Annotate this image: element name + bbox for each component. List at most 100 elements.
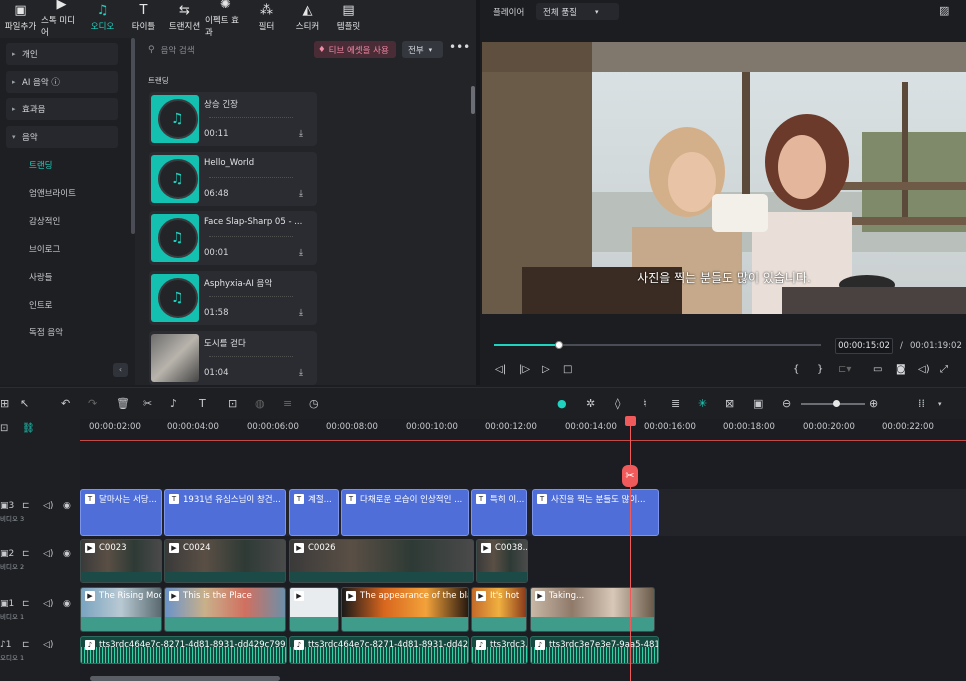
eye-icon[interactable]: ◉ xyxy=(63,549,71,559)
download-icon[interactable]: ⤓ xyxy=(299,129,303,139)
filter-dropdown[interactable]: 전부 ▾ xyxy=(402,41,443,58)
layout-icon[interactable]: ⊞ xyxy=(0,397,9,410)
audio-edit-icon[interactable]: ♪ xyxy=(170,397,177,410)
title-clip[interactable]: T 1931년 유심스님이 창건... xyxy=(164,489,286,536)
sidebar-group-music[interactable]: ▾ 음악 xyxy=(6,126,118,148)
mark-in-icon[interactable]: { xyxy=(793,364,799,375)
title-clip[interactable]: T 계절... xyxy=(289,489,339,536)
title-clip[interactable]: T 사진을 찍는 분들도 많이... xyxy=(532,489,659,536)
video-clip[interactable]: ▶ The Rising Moon xyxy=(80,587,162,632)
sidebar-item[interactable]: 브이로그 xyxy=(29,243,60,255)
track-card[interactable]: ♫ Hello_World 06:48 ⤓ xyxy=(149,152,317,206)
delete-icon[interactable]: 🗑 xyxy=(116,397,130,410)
snap-icon[interactable]: ✳ xyxy=(698,397,707,410)
video-clip[interactable]: ▶ It's hot xyxy=(471,587,527,632)
audio-clip[interactable]: ♪ tts3rdc464e7c-8271-4d81-8931-dd429c799b… xyxy=(80,636,287,664)
zoom-in-icon[interactable]: ⊕ xyxy=(869,397,878,410)
marker-icon[interactable]: ◊ xyxy=(615,397,620,410)
video-clip[interactable]: ▶ C0026 xyxy=(289,539,474,583)
cut-icon[interactable]: ✂ xyxy=(143,397,152,410)
search-input[interactable]: ⚲ 음악 검색 xyxy=(148,42,308,58)
mute-icon[interactable]: ◁) xyxy=(43,501,53,511)
stop-icon[interactable]: □ xyxy=(563,364,572,375)
sidebar-item[interactable]: 인트로 xyxy=(29,299,52,311)
select-tool-icon[interactable]: ↖ xyxy=(20,397,29,410)
title-clip[interactable]: T 특히 이... xyxy=(471,489,527,536)
video-clip[interactable]: ▶ xyxy=(289,587,339,632)
adjust-icon[interactable]: ≡ xyxy=(283,397,292,410)
video-clip[interactable]: ▶ The appearance of the blank xyxy=(341,587,469,632)
quality-dropdown[interactable]: 전체 품질 ▾ xyxy=(536,3,619,20)
video-clip[interactable]: ▶ C0023 xyxy=(80,539,162,583)
undo-icon[interactable]: ↶ xyxy=(61,397,70,410)
download-icon[interactable]: ⤓ xyxy=(299,248,303,258)
microphone-icon[interactable]: ♮ xyxy=(643,397,647,410)
eye-icon[interactable]: ◉ xyxy=(63,599,71,609)
ai-icon[interactable]: ● xyxy=(557,397,567,410)
play-icon[interactable]: ▷ xyxy=(542,364,550,375)
text-tool-icon[interactable]: T xyxy=(199,397,206,410)
camera-icon[interactable]: ◙ xyxy=(896,364,906,375)
audio-clip[interactable]: ♪ tts3rdc3e7e3e7-9aa5-481... xyxy=(530,636,659,664)
crop-icon[interactable]: ⊡ xyxy=(228,397,237,410)
volume-icon[interactable]: ◁) xyxy=(918,364,930,375)
sidebar-group-sound-effects[interactable]: ▸ 효과음 xyxy=(6,98,118,120)
title-clip[interactable]: T 달마사는 서당... xyxy=(80,489,162,536)
sidebar-item[interactable]: 엄앤브라이트 xyxy=(29,187,76,199)
folder-icon[interactable]: ⊏ xyxy=(22,501,30,511)
audio-clip[interactable]: ♪ tts3rdc464e7c-8271-4d81-8931-dd429... xyxy=(289,636,469,664)
folder-icon[interactable]: ⊏ xyxy=(22,549,30,559)
mute-icon[interactable]: ◁) xyxy=(43,599,53,609)
tab-stock-media[interactable]: ▶ 스톡 미디어 xyxy=(41,0,82,38)
grid-view-icon[interactable]: ⁞⁞ xyxy=(918,397,925,410)
progress-handle[interactable] xyxy=(555,341,564,349)
tab-stickers[interactable]: ◭ 스티커 xyxy=(287,0,328,36)
collapse-sidebar-button[interactable]: ‹ xyxy=(113,363,128,377)
track-card[interactable]: 도시를 걷다 01:04 ⤓ xyxy=(149,331,317,385)
video-clip[interactable]: ▶ This is the Place xyxy=(164,587,286,632)
video-clip[interactable]: ▶ Taking... xyxy=(530,587,655,632)
chevron-down-icon[interactable]: ▾ xyxy=(938,400,942,408)
tab-audio[interactable]: ♫ 오디오 xyxy=(82,0,123,36)
track-card[interactable]: ♫ Face Slap-Sharp 05 - ... 00:01 ⤓ xyxy=(149,211,317,265)
sidebar-group-personal[interactable]: ▸ 개인 xyxy=(6,43,118,65)
tab-titles[interactable]: T 타이틀 xyxy=(123,0,164,36)
track-list-scrollbar[interactable] xyxy=(471,86,475,114)
timeline-scrollbar[interactable] xyxy=(90,676,280,681)
sidebar-item-trending[interactable]: 트랜딩 xyxy=(29,159,52,171)
speed-icon[interactable]: ◷ xyxy=(309,397,319,410)
tab-templates[interactable]: ▤ 템플릿 xyxy=(328,0,369,36)
play-backward-icon[interactable]: |▷ xyxy=(519,364,530,375)
redo-icon[interactable]: ↷ xyxy=(88,397,97,410)
caption-icon[interactable]: ▣ xyxy=(753,397,763,410)
zoom-slider[interactable] xyxy=(801,400,865,407)
more-options-icon[interactable]: ••• xyxy=(449,40,470,54)
tab-effects[interactable]: ✺ 이펙트 효과 xyxy=(205,0,246,38)
tab-transitions[interactable]: ⇆ 트랜지션 xyxy=(164,0,205,36)
current-time[interactable]: 00:00:15:02 xyxy=(835,338,893,354)
audio-clip[interactable]: ♪ tts3rdc3... xyxy=(471,636,528,664)
premium-assets-button[interactable]: ♦ 티브 에셋을 사용 xyxy=(314,41,396,58)
sidebar-item[interactable]: 독점 음악 xyxy=(29,326,63,338)
previous-frame-icon[interactable]: ◁| xyxy=(495,364,506,375)
zoom-out-icon[interactable]: ⊖ xyxy=(782,397,791,410)
track-card[interactable]: ♫ 상승 긴장 00:11 ⤓ xyxy=(149,92,317,146)
add-track-icon[interactable]: ⊡ xyxy=(0,423,8,434)
playback-progress-bar[interactable] xyxy=(494,341,821,349)
link-icon[interactable]: ⛓ xyxy=(22,423,35,434)
audio-mix-icon[interactable]: ≣ xyxy=(671,397,680,410)
track-card[interactable]: ♫ Asphyxia-AI 음악 01:58 ⤓ xyxy=(149,271,317,325)
download-icon[interactable]: ⤓ xyxy=(299,368,303,378)
marker-dropdown-icon[interactable]: ⊏▾ xyxy=(838,364,851,375)
video-clip[interactable]: ▶ C0038... xyxy=(476,539,528,583)
mute-icon[interactable]: ◁) xyxy=(43,549,53,559)
fullscreen-icon[interactable]: ⤢ xyxy=(940,364,948,375)
color-icon[interactable]: ◍ xyxy=(255,397,265,410)
mark-out-icon[interactable]: } xyxy=(817,364,823,375)
folder-icon[interactable]: ⊏ xyxy=(22,640,30,650)
scissors-icon[interactable]: ✂ xyxy=(622,465,638,487)
tab-filters[interactable]: ⁂ 필터 xyxy=(246,0,287,36)
pip-icon[interactable]: ⊠ xyxy=(725,397,734,410)
title-clip[interactable]: T 다채로운 모습이 인상적인 ... xyxy=(341,489,469,536)
tab-import[interactable]: ▣ 파일추가 xyxy=(0,0,41,36)
